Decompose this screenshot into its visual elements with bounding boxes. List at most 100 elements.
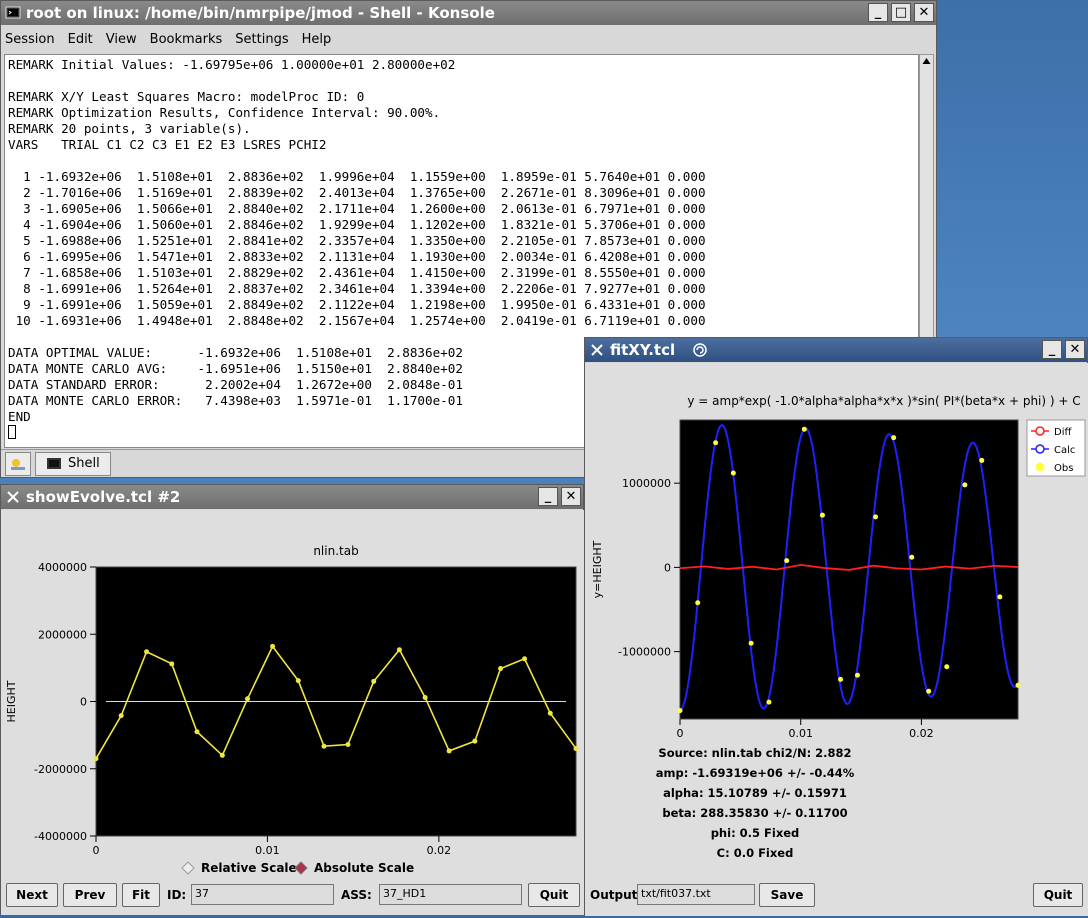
scroll-up-icon[interactable] (920, 55, 933, 69)
data-point (396, 647, 402, 653)
obs-point (677, 708, 683, 714)
tab-shell[interactable]: Shell (35, 451, 111, 476)
y-tick-label: -4000000 (34, 830, 87, 843)
legend-swatch-marker (1035, 426, 1045, 436)
terminal-line: 8 -1.6991e+06 1.5264e+01 2.8837e+02 2.34… (8, 281, 706, 296)
legend-swatch-marker (1035, 444, 1045, 454)
menubar: Session Edit View Bookmarks Settings Hel… (1, 27, 936, 51)
relative-scale-label: Relative Scale (201, 861, 297, 875)
y-axis-label: HEIGHT (5, 680, 18, 722)
data-point (522, 656, 528, 662)
close-icon[interactable]: ✕ (561, 487, 581, 506)
fit-info-line: amp: -1.69319e+06 +/- -0.44% (655, 766, 855, 780)
terminal-icon (5, 5, 21, 21)
absolute-scale-radio[interactable]: Absolute Scale (294, 861, 414, 875)
close-icon[interactable]: ✕ (914, 3, 934, 22)
menu-session[interactable]: Session (5, 32, 55, 47)
terminal-line: REMARK Optimization Results, Confidence … (8, 105, 441, 120)
absolute-scale-label: Absolute Scale (314, 861, 415, 875)
prev-button[interactable]: Prev (63, 883, 117, 907)
radio-selected-icon (294, 861, 308, 875)
fitxy-body: y = amp*exp( -1.0*alpha*alpha*x*x )*sin(… (585, 363, 1088, 916)
x-tick-label: 0.01 (788, 727, 813, 740)
obs-point (1015, 682, 1021, 688)
window-title: fitXY.tcl (610, 341, 676, 359)
showevolve-window: showEvolve.tcl #2 _ ✕ nlin.tab 0 0.01 0.02 4… (0, 484, 585, 915)
terminal-line: REMARK Initial Values: -1.69795e+06 1.00… (8, 57, 456, 72)
chart-title: nlin.tab (313, 544, 358, 558)
tcl-window-icon (589, 342, 605, 358)
obs-point (944, 664, 950, 670)
obs-point (695, 600, 701, 606)
radio-unselected-icon (181, 861, 195, 875)
id-label: ID: (167, 888, 187, 902)
data-point (194, 729, 200, 735)
quit-button[interactable]: Quit (528, 883, 580, 907)
terminal-line: 9 -1.6991e+06 1.5059e+01 2.8849e+02 2.11… (8, 297, 706, 312)
maximize-icon[interactable]: □ (891, 3, 911, 22)
relative-scale-radio[interactable]: Relative Scale (181, 861, 297, 875)
fit-info-line: phi: 0.5 Fixed (710, 826, 800, 840)
obs-point (784, 558, 790, 564)
data-point (547, 710, 553, 716)
obs-point (766, 699, 772, 705)
tab-shell-label: Shell (68, 456, 100, 471)
terminal-line: 6 -1.6995e+06 1.5471e+01 2.8833e+02 2.11… (8, 249, 706, 264)
data-point (118, 713, 124, 719)
y-tick-label: 0 (80, 696, 87, 709)
terminal-line: 1 -1.6932e+06 1.5108e+01 2.8836e+02 1.99… (8, 169, 706, 184)
output-field[interactable]: txt/fit037.txt (637, 884, 755, 905)
menu-view[interactable]: View (106, 32, 137, 47)
data-point (270, 643, 276, 649)
data-point (169, 661, 175, 667)
legend-label: Diff (1054, 427, 1072, 438)
y-tick-label: -1000000 (618, 646, 671, 659)
id-field[interactable]: 37 (191, 884, 334, 905)
data-point (219, 752, 225, 758)
fit-info-line: alpha: 15.10789 +/- 0.15971 (663, 786, 847, 800)
legend-label: Calc (1054, 445, 1075, 456)
menu-bookmarks[interactable]: Bookmarks (150, 32, 223, 47)
showevolve-titlebar[interactable]: showEvolve.tcl #2 _ ✕ (1, 485, 583, 509)
legend-label: Obs (1054, 463, 1073, 474)
quit-button[interactable]: Quit (1033, 883, 1083, 907)
obs-point (997, 594, 1003, 600)
menu-edit[interactable]: Edit (68, 32, 93, 47)
fitxy-titlebar[interactable]: fitXY.tcl _ ✕ (585, 338, 1087, 362)
terminal-line: 3 -1.6905e+06 1.5066e+01 2.8840e+02 2.17… (8, 201, 706, 216)
terminal-line: REMARK X/Y Least Squares Macro: modelPro… (8, 89, 365, 104)
menu-settings[interactable]: Settings (235, 32, 288, 47)
minimize-icon[interactable]: _ (538, 487, 558, 506)
new-session-button[interactable] (5, 451, 31, 476)
terminal-line: 5 -1.6988e+06 1.5251e+01 2.8841e+02 2.33… (8, 233, 706, 248)
close-icon[interactable]: ✕ (1065, 340, 1085, 359)
menu-help[interactable]: Help (302, 32, 332, 47)
data-point (498, 666, 504, 672)
obs-point (838, 676, 844, 682)
x-tick-label: 0 (677, 727, 684, 740)
fitxy-window: fitXY.tcl _ ✕ y = amp*exp( -1.0*alpha*al… (584, 337, 1088, 916)
data-point (93, 756, 99, 762)
y-tick-label: 0 (664, 561, 671, 574)
obs-point (748, 640, 754, 646)
terminal-line: 10 -1.6931e+06 1.4948e+01 2.8848e+02 2.1… (8, 313, 706, 328)
obs-point (713, 440, 719, 446)
window-title: showEvolve.tcl #2 (26, 488, 181, 506)
data-point (345, 742, 351, 748)
fit-info: Source: nlin.tab chi2/N: 2.882 amp: -1.69… (585, 743, 925, 863)
konsole-titlebar[interactable]: root on linux: /home/bin/nmrpipe/jmod - … (1, 1, 936, 25)
next-button[interactable]: Next (6, 883, 58, 907)
data-point (472, 738, 478, 744)
shell-icon (47, 457, 61, 469)
output-label: Output: (590, 888, 643, 902)
evolve-chart: nlin.tab 0 0.01 0.02 4000000 2000000 0 -2000000… (5, 544, 579, 855)
legend-swatch-marker (1035, 462, 1045, 472)
data-point (371, 678, 377, 684)
fit-button[interactable]: Fit (122, 883, 160, 907)
minimize-icon[interactable]: _ (868, 3, 888, 22)
minimize-icon[interactable]: _ (1042, 340, 1062, 359)
obs-point (979, 457, 985, 463)
save-button[interactable]: Save (759, 883, 815, 907)
chart-title: y = amp*exp( -1.0*alpha*alpha*x*x )*sin(… (687, 394, 1080, 408)
ass-field[interactable]: 37_HD1 (379, 884, 522, 905)
